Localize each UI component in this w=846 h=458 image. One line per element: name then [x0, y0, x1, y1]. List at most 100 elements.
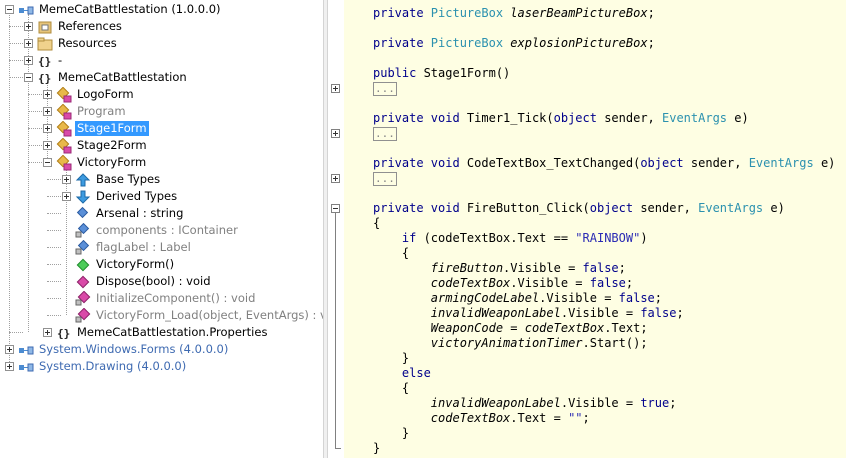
tree-connector-line: [47, 196, 61, 197]
tree-item[interactable]: VictoryForm(): [62, 256, 176, 273]
code-token: }: [373, 426, 410, 440]
references-folder-icon: [37, 19, 53, 35]
method-icon: [75, 274, 91, 290]
expand-region-icon[interactable]: [331, 129, 340, 138]
code-token: private: [373, 36, 431, 50]
expand-icon[interactable]: [5, 362, 14, 371]
tree-item-label: components : IContainer: [96, 223, 238, 237]
code-line: ...: [373, 171, 397, 186]
tree-item[interactable]: References: [24, 18, 124, 35]
tree-item[interactable]: LogoForm: [43, 86, 136, 103]
tree-item[interactable]: components : IContainer: [62, 222, 240, 239]
tree-item-label: Dispose(bool) : void: [96, 274, 211, 288]
code-token: PictureBox: [430, 36, 511, 50]
collapse-icon[interactable]: [43, 158, 52, 167]
code-token: e): [820, 156, 836, 170]
tree-item[interactable]: Program: [43, 103, 128, 120]
tree-item[interactable]: System.Drawing (4.0.0.0): [5, 358, 188, 375]
tree-item[interactable]: flagLabel : Label: [62, 239, 193, 256]
assembly-tree-panel[interactable]: MemeCatBattlestation (1.0.0.0) References…: [0, 0, 323, 458]
fold-gutter: [328, 0, 344, 458]
code-line: victoryAnimationTimer.Start();: [373, 336, 648, 351]
expand-region-icon[interactable]: [331, 174, 340, 183]
tree-item-label: -: [58, 53, 63, 67]
code-token: ;: [647, 36, 655, 50]
expand-icon[interactable]: [43, 107, 52, 116]
code-token: false: [640, 306, 677, 320]
collapsed-region-marker[interactable]: ...: [373, 172, 397, 186]
tree-item-label: MemeCatBattlestation.Properties: [77, 325, 268, 339]
expand-icon[interactable]: [62, 175, 71, 184]
code-line: codeTextBox.Visible = false;: [373, 276, 633, 291]
expand-icon[interactable]: [5, 345, 14, 354]
tree-item[interactable]: Stage2Form: [43, 137, 149, 154]
tree-item[interactable]: Dispose(bool) : void: [62, 273, 213, 290]
tree-connector-line: [9, 77, 23, 78]
expand-icon[interactable]: [43, 328, 52, 337]
code-token: else: [373, 366, 431, 380]
tree-item[interactable]: VictoryForm: [43, 154, 148, 171]
collapsed-region-marker[interactable]: ...: [373, 127, 397, 141]
expand-icon[interactable]: [43, 90, 52, 99]
code-token: .Visible =: [503, 261, 583, 275]
code-token: private: [373, 111, 431, 125]
tree-item[interactable]: VictoryForm_Load(object, EventArgs) : vo…: [62, 307, 323, 324]
tree-item[interactable]: {} -: [24, 52, 64, 69]
expand-icon[interactable]: [43, 141, 52, 150]
code-token: explosionPictureBox: [510, 36, 648, 50]
expand-icon[interactable]: [43, 124, 52, 133]
code-token: armingCodeLabel: [430, 291, 540, 305]
svg-text:{}: {}: [38, 72, 51, 85]
tree-item[interactable]: Arsenal : string: [62, 205, 185, 222]
tree-item-label: MemeCatBattlestation: [58, 70, 187, 84]
code-token: =: [503, 321, 525, 335]
expand-icon[interactable]: [24, 22, 33, 31]
tree-connector-line: [28, 145, 42, 146]
class-icon: [56, 154, 72, 171]
code-line: codeTextBox.Text = "";: [373, 411, 590, 426]
tree-item[interactable]: System.Windows.Forms (4.0.0.0): [5, 341, 230, 358]
code-line: WeaponCode = codeTextBox.Text;: [373, 321, 648, 336]
tree-item-label: System.Windows.Forms (4.0.0.0): [39, 342, 229, 356]
code-editor[interactable]: private PictureBox laserBeamPictureBox; p…: [344, 0, 846, 458]
tree-item[interactable]: InitializeComponent() : void: [62, 290, 257, 307]
collapsed-region-marker[interactable]: ...: [373, 82, 397, 96]
tree-item[interactable]: Base Types: [62, 171, 162, 188]
collapse-region-icon[interactable]: [331, 204, 340, 213]
code-token: Timer1_Tick(: [466, 111, 554, 125]
tree-connector-line: [28, 111, 42, 112]
class-icon: [56, 103, 72, 120]
code-token: "": [568, 411, 583, 425]
expand-icon[interactable]: [24, 56, 33, 65]
tree-item[interactable]: Stage1Form: [43, 120, 149, 137]
tree-item-label: flagLabel : Label: [96, 240, 191, 254]
tree-item[interactable]: MemeCatBattlestation (1.0.0.0): [5, 1, 223, 18]
collapse-icon[interactable]: [5, 5, 14, 14]
code-token: true: [640, 396, 670, 410]
expand-icon[interactable]: [62, 192, 71, 201]
expand-icon[interactable]: [24, 39, 33, 48]
code-token: WeaponCode: [430, 321, 504, 335]
code-token: {: [373, 246, 410, 260]
code-line: if (codeTextBox.Text == "RAINBOW"): [373, 231, 648, 246]
tree-item[interactable]: {} MemeCatBattlestation.Properties: [43, 324, 269, 341]
svg-text:{}: {}: [38, 55, 51, 68]
tree-item-label: Arsenal : string: [96, 206, 184, 220]
tree-connector-line: [28, 162, 42, 163]
code-token: invalidWeaponLabel: [430, 396, 561, 410]
code-token: ;: [654, 291, 663, 305]
class-icon: [56, 86, 72, 103]
code-line: private void CodeTextBox_TextChanged(obj…: [373, 156, 835, 171]
tree-item[interactable]: {} MemeCatBattlestation: [24, 69, 189, 86]
tree-item[interactable]: Resources: [24, 35, 119, 52]
tree-connector-line: [47, 230, 61, 231]
expand-region-icon[interactable]: [331, 84, 340, 93]
code-line: ...: [373, 81, 397, 96]
collapse-icon[interactable]: [24, 73, 33, 82]
tree-item[interactable]: Derived Types: [62, 188, 179, 205]
code-token: e): [770, 201, 785, 215]
code-line: }: [373, 441, 380, 456]
code-token: (codeTextBox.Text ==: [423, 231, 576, 245]
